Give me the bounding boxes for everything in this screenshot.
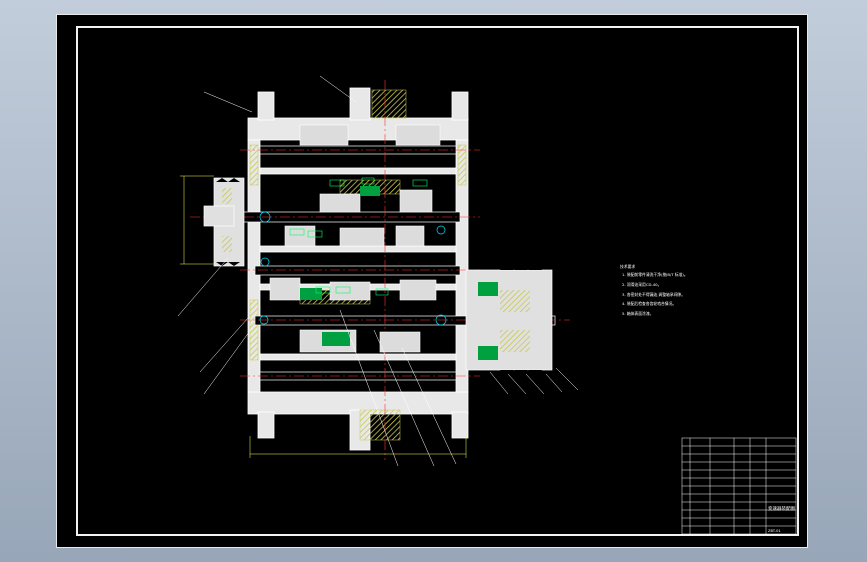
note-line-4: 4. 装配后检查各齿轮啮合情况。: [622, 301, 676, 306]
note-line-3: 3. 各密封处不得漏油,调整轴承间隙。: [622, 292, 685, 297]
leader-12: [545, 373, 563, 393]
gear-c3: [395, 225, 425, 247]
note-line-1: 1. 装配前零件清洗干净(按JB/T 标准)。: [622, 272, 688, 277]
top-right-lug: [451, 91, 469, 121]
top-boss: [349, 87, 371, 121]
pulley-hatch-bottom: [222, 236, 232, 252]
bottom-left-lug: [257, 411, 275, 439]
gear-d1: [269, 277, 301, 301]
hatch-left-wall-1: [249, 144, 259, 186]
hatch-bottom-boss: [359, 409, 401, 441]
output-pulley-core-top: [478, 282, 498, 296]
bearing-2: [260, 257, 270, 267]
notes-heading: 技术要求: [620, 264, 635, 269]
gear-b2: [399, 189, 433, 213]
gear-b1: [319, 193, 361, 213]
title-block-text: 变速器装配图 ZBT-01: [768, 505, 795, 533]
title-block: [681, 437, 797, 535]
gear-e2: [379, 331, 421, 353]
pulley-hub: [203, 205, 235, 227]
leader-4: [199, 317, 249, 373]
out-groove-1: [500, 264, 514, 270]
gear-a2: [395, 124, 441, 146]
technical-notes: 技术要求 1. 装配前零件清洗干净(按JB/T 标准)。 2. 润滑油采用CD-…: [620, 264, 688, 316]
drawing-title: 变速器装配图: [768, 505, 795, 512]
gear-a1: [299, 124, 349, 146]
hatch-top-boss: [371, 89, 407, 119]
leader-10: [507, 373, 527, 395]
leader-13: [555, 367, 579, 391]
out-groove-3: [528, 264, 542, 270]
shaft-3: [254, 265, 461, 276]
gear-label-3: [412, 179, 428, 187]
leader-3: [177, 257, 229, 317]
gear-c2: [339, 227, 385, 247]
bearing-3: [436, 225, 446, 235]
out-groove-6: [528, 370, 542, 376]
leader-9: [489, 371, 509, 395]
gear-d3: [399, 279, 437, 301]
output-pulley-core-bottom: [478, 346, 498, 360]
out-groove-2: [514, 264, 528, 270]
output-pulley-hatch-bottom: [500, 330, 530, 352]
output-pulley-hatch-top: [500, 290, 530, 312]
rib-1: [259, 167, 457, 175]
assembly-drawing: 技术要求 1. 装配前零件清洗干净(按JB/T 标准)。 2. 润滑油采用CD-…: [177, 75, 797, 535]
pulley-hatch-top: [222, 188, 232, 204]
leader-1: [203, 91, 253, 113]
out-groove-5: [514, 370, 528, 376]
top-left-lug: [257, 91, 275, 121]
rib-2: [259, 245, 457, 253]
out-groove-4: [500, 370, 514, 376]
note-line-2: 2. 润滑油采用CD-40。: [622, 282, 661, 287]
hatch-left-wall-2: [249, 299, 259, 361]
green-core-1: [300, 288, 322, 300]
drawing-code: ZBT-01: [768, 529, 781, 533]
leader-11: [525, 373, 545, 395]
hatch-right-wall-1: [457, 144, 467, 186]
leader-5: [203, 327, 253, 395]
note-line-5: 5. 箱体表面涂漆。: [622, 311, 653, 316]
green-core-3: [360, 186, 380, 196]
bottom-right-lug: [451, 411, 469, 439]
green-core-2: [322, 332, 350, 346]
